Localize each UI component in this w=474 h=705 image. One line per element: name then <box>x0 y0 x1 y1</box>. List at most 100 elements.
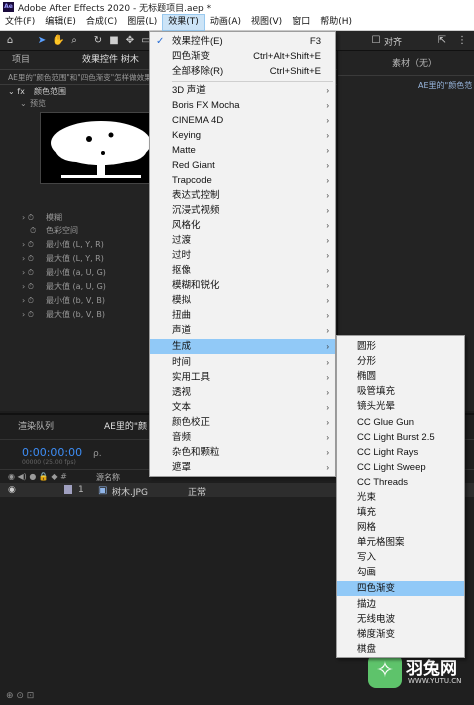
menu-item-transition[interactable]: 过渡 › <box>150 233 335 248</box>
menu-file[interactable]: 文件(F) <box>0 14 40 31</box>
chevron-right-icon: › <box>326 433 329 442</box>
menu-item-simulation[interactable]: 模拟 › <box>150 293 335 308</box>
prop-twirl-icon[interactable]: › ⏱ <box>22 267 34 278</box>
submenu-item-fill[interactable]: 填充 <box>337 505 464 520</box>
menu-edit[interactable]: 编辑(E) <box>40 14 81 31</box>
zoom-tool-icon[interactable]: ⌕ <box>68 35 80 47</box>
menu-item-perspective[interactable]: 透视 › <box>150 385 335 400</box>
prop-twirl-icon[interactable]: › ⏱ <box>22 212 34 223</box>
menu-item-expression-controls[interactable]: 表达式控制 › <box>150 188 335 203</box>
bottom-toggle-icons[interactable]: ⊕ ⊙ ⊡ <box>6 691 34 701</box>
submenu-item-eyedropper-fill[interactable]: 吸管填充 <box>337 384 464 399</box>
chevron-right-icon: › <box>326 191 329 200</box>
tab-project[interactable]: 项目 <box>8 53 34 68</box>
menu-item-matte[interactable]: Matte › <box>150 143 335 158</box>
submenu-item-cc-light-rays[interactable]: CC Light Rays <box>337 445 464 460</box>
menu-item-stylize[interactable]: 风格化 › <box>150 218 335 233</box>
menu-layer[interactable]: 图层(L) <box>122 14 162 31</box>
menu-item-obsolete[interactable]: 过时 › <box>150 248 335 263</box>
stopwatch-icon[interactable]: ⏱ <box>30 225 36 236</box>
tab-composition[interactable]: AE里的"颜 <box>100 420 151 435</box>
search-icon[interactable]: ρ. <box>93 449 102 459</box>
workspace-icon[interactable]: ⋮ <box>456 35 468 47</box>
menu-item-generate[interactable]: 生成 › <box>150 339 335 354</box>
twirl-icon[interactable]: ⌄ <box>20 98 27 109</box>
effect-expand-icon[interactable]: ⌄ fx <box>8 86 25 97</box>
menu-item-red-giant[interactable]: Red Giant › <box>150 158 335 173</box>
column-source-name[interactable]: 源名称 <box>96 472 120 483</box>
prop-twirl-icon[interactable]: › ⏱ <box>22 253 34 264</box>
prop-twirl-icon[interactable]: › ⏱ <box>22 309 34 320</box>
menu-item-channel[interactable]: 声道 › <box>150 323 335 338</box>
hand-tool-icon[interactable]: ✋ <box>52 35 64 47</box>
submenu-item-write-on[interactable]: 写入 <box>337 550 464 565</box>
menu-item-four-color-gradient[interactable]: 四色渐变 Ctrl+Alt+Shift+E <box>150 49 335 64</box>
menu-view[interactable]: 视图(V) <box>246 14 287 31</box>
prop-twirl-icon[interactable]: › ⏱ <box>22 295 34 306</box>
menu-item-audio[interactable]: 音频 › <box>150 430 335 445</box>
footage-title[interactable]: 素材（无） <box>388 57 441 72</box>
chevron-right-icon: › <box>326 146 329 155</box>
menu-item-noise-grain[interactable]: 杂色和颗粒 › <box>150 445 335 460</box>
submenu-item-four-color-gradient[interactable]: 四色渐变 <box>337 581 464 596</box>
submenu-item-gradient-ramp[interactable]: 梯度渐变 <box>337 627 464 642</box>
submenu-item-cc-threads[interactable]: CC Threads <box>337 475 464 490</box>
menu-item-effect-controls[interactable]: ✓ 效果控件(E) F3 <box>150 34 335 49</box>
menu-item-trapcode[interactable]: Trapcode › <box>150 173 335 188</box>
menu-item-time[interactable]: 时间 › <box>150 355 335 370</box>
label-color-swatch[interactable] <box>64 485 72 494</box>
expand-icon[interactable]: ⇱ <box>436 35 448 47</box>
menu-item-text[interactable]: 文本 › <box>150 400 335 415</box>
submenu-item-cell-pattern[interactable]: 单元格图案 <box>337 535 464 550</box>
prop-twirl-icon[interactable]: › ⏱ <box>22 281 34 292</box>
submenu-item-fractal[interactable]: 分形 <box>337 354 464 369</box>
menu-bar: 文件(F) 编辑(E) 合成(C) 图层(L) 效果(T) 动画(A) 视图(V… <box>0 13 474 31</box>
menu-window[interactable]: 窗口 <box>287 14 315 31</box>
menu-composition[interactable]: 合成(C) <box>81 14 122 31</box>
submenu-item-cc-light-sweep[interactable]: CC Light Sweep <box>337 460 464 475</box>
color-range-preview[interactable] <box>40 112 162 184</box>
prop-twirl-icon[interactable]: › ⏱ <box>22 239 34 250</box>
submenu-item-checkerboard[interactable]: 棋盘 <box>337 642 464 657</box>
submenu-item-stroke[interactable]: 描边 <box>337 597 464 612</box>
submenu-item-cc-light-burst[interactable]: CC Light Burst 2.5 <box>337 430 464 445</box>
layer-name[interactable]: 树木.JPG <box>112 485 148 498</box>
rotate-tool-icon[interactable]: ↻ <box>92 35 104 47</box>
tab-render-queue[interactable]: 渲染队列 <box>14 420 58 435</box>
home-icon[interactable]: ⌂ <box>4 35 16 47</box>
menu-item-blur-sharpen[interactable]: 模糊和锐化 › <box>150 278 335 293</box>
tab-effect-controls[interactable]: 效果控件 树木 <box>78 53 143 68</box>
pan-behind-tool-icon[interactable]: ✥ <box>124 35 136 47</box>
submenu-item-grid[interactable]: 网格 <box>337 520 464 535</box>
snap-checkbox-icon[interactable]: ☐ <box>370 35 382 47</box>
menu-item-matte-cn[interactable]: 遮罩 › <box>150 460 335 475</box>
blend-mode[interactable]: 正常 <box>188 485 206 498</box>
submenu-item-lens-flare[interactable]: 镜头光晕 <box>337 399 464 414</box>
submenu-item-ellipse[interactable]: 椭圆 <box>337 369 464 384</box>
footage-icon: ▣ <box>98 485 108 496</box>
camera-tool-icon[interactable]: ■ <box>108 35 120 47</box>
menu-item-immersive-video[interactable]: 沉浸式视频 › <box>150 203 335 218</box>
visibility-eye-icon[interactable]: ◉ <box>8 485 16 495</box>
submenu-item-circle[interactable]: 圆形 <box>337 339 464 354</box>
selection-tool-icon[interactable]: ➤ <box>36 35 48 47</box>
menu-item-boris-fx-mocha[interactable]: Boris FX Mocha › <box>150 98 335 113</box>
submenu-item-radio-waves[interactable]: 无线电波 <box>337 612 464 627</box>
menu-item-cinema-4d[interactable]: CINEMA 4D › <box>150 113 335 128</box>
menu-effect[interactable]: 效果(T) <box>162 13 205 31</box>
menu-animation[interactable]: 动画(A) <box>205 14 246 31</box>
menu-item-color-correction[interactable]: 颜色校正 › <box>150 415 335 430</box>
prop-min-l: 最小值 (L, Y, R) <box>46 240 104 249</box>
submenu-item-beam[interactable]: 光束 <box>337 490 464 505</box>
menu-item-remove-all[interactable]: 全部移除(R) Ctrl+Shift+E <box>150 64 335 79</box>
timecode[interactable]: 0:00:00:00 <box>22 446 82 459</box>
menu-item-utility[interactable]: 实用工具 › <box>150 370 335 385</box>
submenu-item-scribble[interactable]: 勾画 <box>337 565 464 580</box>
menu-help[interactable]: 帮助(H) <box>315 14 357 31</box>
composition-item[interactable]: AE里的"颜色范 <box>418 80 472 91</box>
menu-item-keying[interactable]: Keying › <box>150 128 335 143</box>
menu-item-distort[interactable]: 扭曲 › <box>150 308 335 323</box>
menu-item-3d-channel[interactable]: 3D 声道 › <box>150 83 335 98</box>
submenu-item-cc-glue-gun[interactable]: CC Glue Gun <box>337 415 464 430</box>
menu-item-keying-cn[interactable]: 抠像 › <box>150 263 335 278</box>
